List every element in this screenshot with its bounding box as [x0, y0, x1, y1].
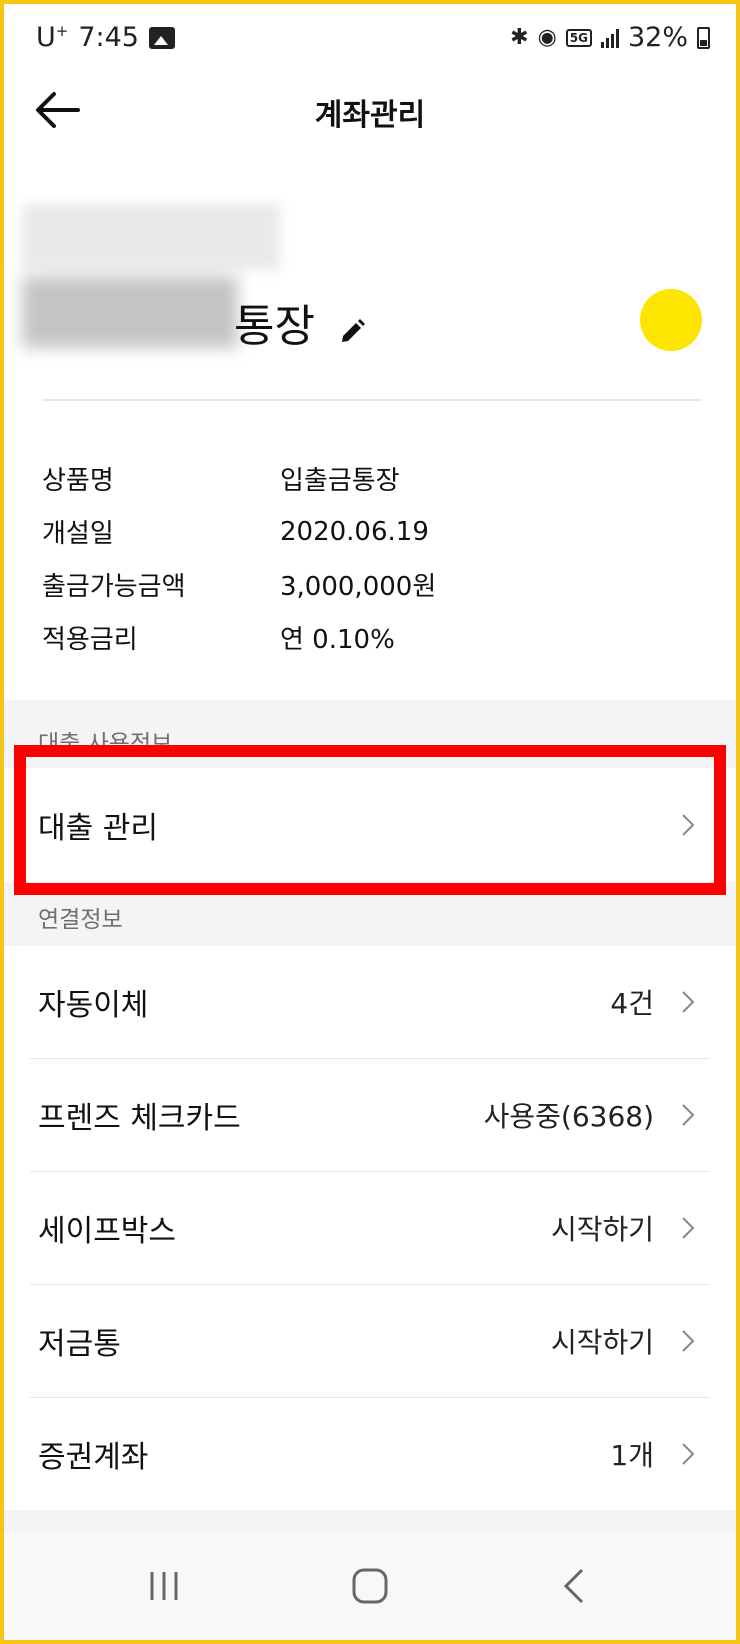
detail-key: 개설일 [42, 519, 114, 549]
battery-icon [697, 26, 710, 49]
row-value: 4건 [610, 987, 654, 1020]
detail-value: 입출금통장 [280, 466, 400, 496]
row-label: 세이프박스 [38, 1214, 176, 1249]
detail-row-product: 상품명 입출금통장 [42, 452, 436, 505]
row-label: 증권계좌 [38, 1440, 149, 1475]
nav-back-icon[interactable] [544, 1556, 604, 1616]
row-label: 대출 관리 [38, 811, 158, 846]
battery-percent: 32% [627, 22, 688, 53]
pencil-icon[interactable] [337, 307, 367, 342]
detail-key: 상품명 [42, 466, 114, 496]
hotspot-icon: ◉ [537, 25, 557, 50]
bluetooth-icon: ✱ [510, 25, 529, 50]
system-nav-bar [4, 1532, 736, 1640]
detail-row-available-amount: 출금가능금액 3,000,000원 [42, 558, 436, 611]
profile-color-dot[interactable] [640, 289, 702, 351]
detail-value: 3,000,000원 [280, 572, 437, 602]
account-details: 상품명 입출금통장 개설일 2020.06.19 출금가능금액 3,000,00… [42, 452, 436, 664]
app-screen: U+ 7:45 ✱ ◉ 5G 32% 계좌관리 통장 상품명 입출금통장 개설일… [4, 4, 736, 1640]
check-card-row[interactable]: 프렌즈 체크카드 사용중(6368) [4, 1059, 736, 1171]
chevron-right-icon [682, 1217, 695, 1239]
row-value: 시작하기 [550, 1213, 654, 1246]
carrier-label: U+ [36, 22, 69, 53]
account-name-suffix: 통장 [234, 301, 315, 352]
row-value: 사용중(6368) [483, 1100, 654, 1133]
loan-management-row[interactable]: 대출 관리 [4, 768, 736, 882]
detail-key: 적용금리 [42, 625, 138, 655]
detail-value: 2020.06.19 [280, 516, 429, 547]
chevron-right-icon [682, 1330, 695, 1352]
row-value: 1개 [610, 1439, 654, 1472]
piggy-bank-row[interactable]: 저금통 시작하기 [4, 1285, 736, 1397]
status-bar: U+ 7:45 ✱ ◉ 5G 32% [4, 4, 736, 72]
5g-icon: 5G [565, 28, 592, 47]
blurred-account-number [22, 204, 280, 270]
section-header-loan: 대출 사용정보 [4, 700, 736, 772]
clock: 7:45 [78, 22, 139, 53]
chevron-right-icon [682, 991, 695, 1013]
detail-row-open-date: 개설일 2020.06.19 [42, 505, 436, 558]
detail-row-interest-rate: 적용금리 연 0.10% [42, 611, 436, 664]
section-header-links: 연결정보 [4, 882, 736, 946]
chevron-right-icon [682, 1104, 695, 1126]
signal-icon [600, 28, 619, 48]
section-label: 연결정보 [38, 907, 123, 933]
image-icon [148, 26, 175, 49]
home-icon[interactable] [340, 1556, 400, 1616]
auto-transfer-row[interactable]: 자동이체 4건 [4, 946, 736, 1058]
chevron-right-icon [682, 1443, 695, 1465]
chevron-right-icon [682, 814, 695, 836]
page-title: 계좌관리 [314, 98, 426, 133]
blurred-account-name [22, 276, 238, 348]
recent-apps-icon[interactable] [134, 1556, 194, 1616]
safebox-row[interactable]: 세이프박스 시작하기 [4, 1172, 736, 1284]
app-header: 계좌관리 [4, 72, 736, 152]
row-label: 저금통 [38, 1327, 121, 1362]
row-label: 프렌즈 체크카드 [38, 1101, 241, 1136]
detail-value: 연 0.10% [280, 625, 395, 655]
row-label: 자동이체 [38, 988, 149, 1023]
account-name: 통장 [234, 290, 367, 354]
divider [42, 399, 702, 401]
securities-account-row[interactable]: 증권계좌 1개 [4, 1398, 736, 1510]
row-value: 시작하기 [550, 1326, 654, 1359]
section-label: 대출 사용정보 [38, 731, 173, 757]
detail-key: 출금가능금액 [42, 572, 186, 602]
